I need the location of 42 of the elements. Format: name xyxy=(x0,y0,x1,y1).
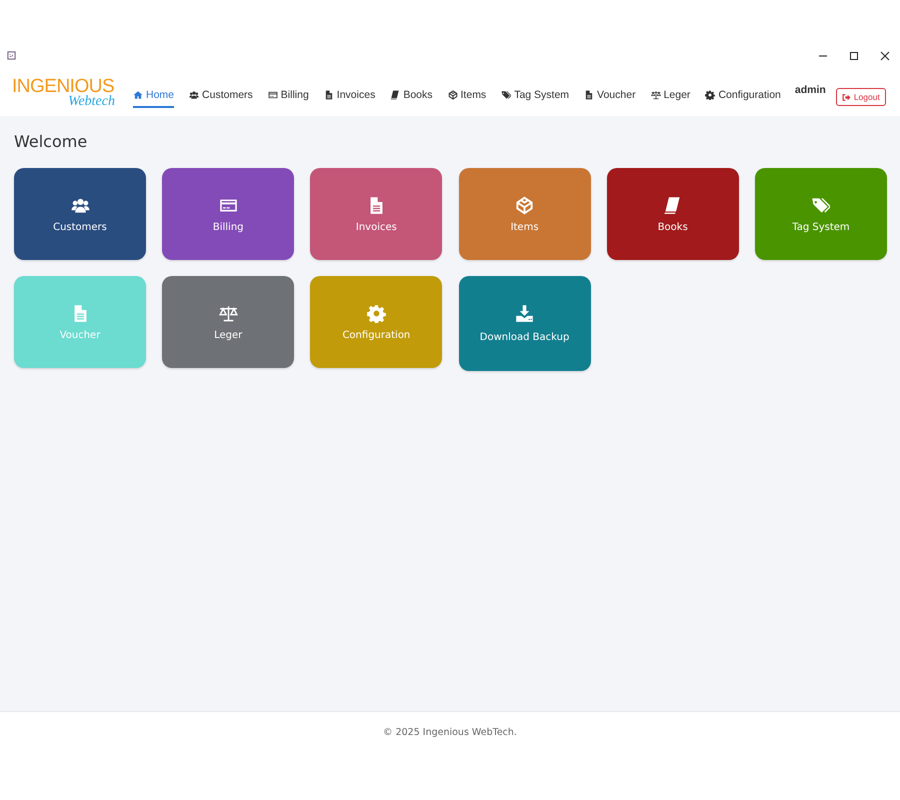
logout-button[interactable]: Logout xyxy=(836,88,886,106)
dashboard-tile[interactable]: Invoices xyxy=(310,168,442,260)
nav-link[interactable]: Items xyxy=(448,87,486,108)
dashboard-tile[interactable]: Download Backup xyxy=(458,276,591,371)
document-icon xyxy=(584,90,594,100)
book-icon xyxy=(663,196,682,214)
nav-link[interactable]: Billing xyxy=(268,87,309,108)
nav-link[interactable]: Home xyxy=(133,87,174,108)
cube-icon xyxy=(448,90,458,100)
cube-icon xyxy=(515,196,534,214)
card-icon xyxy=(268,90,278,100)
scale-icon xyxy=(218,304,238,322)
scale-icon xyxy=(650,90,661,100)
book-icon xyxy=(390,90,400,100)
gear-icon xyxy=(705,90,716,100)
app-icon xyxy=(7,51,16,60)
dashboard-tile[interactable]: Billing xyxy=(162,168,294,260)
dashboard-tile[interactable]: Leger xyxy=(162,276,294,368)
dashboard-tile[interactable]: Books xyxy=(606,168,739,260)
maximize-icon[interactable] xyxy=(849,51,859,61)
users-icon xyxy=(189,90,200,100)
username: admin xyxy=(794,84,826,96)
document-icon xyxy=(324,90,334,100)
nav-link[interactable]: Voucher xyxy=(584,87,636,108)
nav-link[interactable]: Invoices xyxy=(324,87,376,108)
dashboard-tile[interactable]: Tag System xyxy=(754,168,887,260)
nav-link[interactable]: Customers xyxy=(189,87,253,108)
download-icon xyxy=(515,304,534,323)
dashboard-tile[interactable]: Items xyxy=(458,168,591,260)
logout-icon xyxy=(842,92,851,102)
close-icon[interactable] xyxy=(880,51,890,61)
dashboard-tile[interactable]: Customers xyxy=(14,168,146,260)
footer-copyright: © 2025 Ingenious WebTech. xyxy=(383,727,517,738)
nav-link[interactable]: Tag System xyxy=(501,87,570,108)
nav-link[interactable]: Configuration xyxy=(705,87,781,108)
tags-icon xyxy=(501,90,512,100)
nav-link[interactable]: Leger xyxy=(650,87,690,108)
nav-link[interactable]: Books xyxy=(390,87,433,108)
welcome-heading: Welcome xyxy=(14,132,88,151)
gear-icon xyxy=(366,304,386,322)
home-icon xyxy=(133,90,143,100)
tags-icon xyxy=(811,196,830,214)
